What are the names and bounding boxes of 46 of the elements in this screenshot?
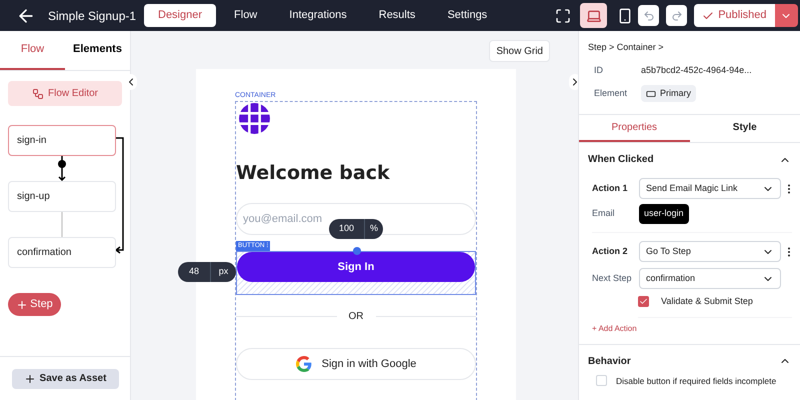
action-select[interactable]: Send Email Magic Link <box>639 178 781 199</box>
properties-tab[interactable]: Style <box>690 115 800 142</box>
nav-tab[interactable]: Integrations <box>275 4 361 27</box>
panel-tab[interactable]: Elements <box>65 31 130 70</box>
width-unit: % <box>364 219 383 239</box>
flow-step[interactable]: sign-up <box>8 181 116 212</box>
action-label: Action 2 <box>592 244 629 258</box>
flow-editor-button[interactable]: Flow Editor <box>8 81 122 106</box>
section-title: Behavior <box>588 354 631 368</box>
width-badge[interactable]: 100 % <box>329 219 383 239</box>
section-title: When Clicked <box>588 153 654 167</box>
height-unit: px <box>210 262 236 282</box>
height-value: 48 <box>188 265 200 278</box>
element-label: Element <box>594 86 628 100</box>
project-title: Simple Signup-1 <box>48 8 138 24</box>
add-step-button[interactable]: Step <box>8 293 61 316</box>
validate-label: Validate & Submit Step <box>661 295 753 308</box>
heading: Welcome back <box>236 161 391 185</box>
save-asset-button[interactable]: Save as Asset <box>12 368 118 388</box>
flow-step[interactable]: sign-in <box>8 125 116 156</box>
show-grid-button[interactable]: Show Grid <box>489 40 550 62</box>
id-label: ID <box>594 64 604 76</box>
action-select[interactable]: Go To Step <box>639 241 781 262</box>
panel-tab[interactable]: Flow <box>0 31 65 70</box>
action-label: Action 1 <box>592 182 629 195</box>
email-chip: user-login <box>639 204 689 224</box>
properties-tab[interactable]: Properties <box>579 115 690 142</box>
add-action-link[interactable]: + Add Action <box>592 322 637 334</box>
or-divider-text: OR <box>348 310 364 324</box>
next-step-select[interactable]: confirmation <box>639 268 781 289</box>
email-label: Email <box>592 207 616 220</box>
nav-tab[interactable]: Flow <box>220 4 272 27</box>
breadcrumb: Step > Container > <box>588 41 665 54</box>
height-badge[interactable]: 48 px <box>178 262 236 282</box>
disable-label: Disable button if required fields incomplete <box>616 374 776 388</box>
flow-step[interactable]: confirmation <box>8 237 116 268</box>
nav-tab[interactable]: Settings <box>433 4 502 27</box>
publish-button[interactable]: Published <box>694 4 775 27</box>
element-chip: Primary <box>641 85 696 102</box>
nav-tab[interactable]: Designer <box>144 4 216 27</box>
nav-tab[interactable]: Results <box>364 4 430 27</box>
sign-in-button[interactable]: Sign In <box>237 252 475 282</box>
google-sign-in-button[interactable]: Sign in with Google <box>236 348 476 380</box>
width-value: 100 <box>338 222 356 236</box>
next-step-label: Next Step <box>592 272 630 285</box>
id-value: a5b7bcd2-452c-4964-94e... <box>641 64 752 76</box>
